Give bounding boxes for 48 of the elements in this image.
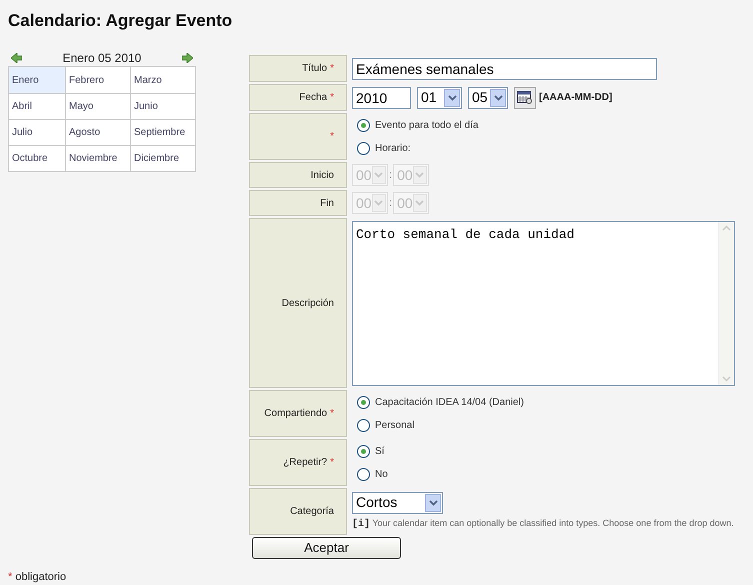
field-label: Descripción	[249, 218, 347, 388]
radio-label: Personal	[375, 418, 414, 432]
month-select[interactable]: 01	[417, 86, 462, 108]
arrow-left-icon[interactable]	[11, 52, 22, 62]
month-cell[interactable]: Septiembre	[130, 119, 195, 145]
radio-label: Capacitación IDEA 14/04 (Daniel)	[375, 396, 524, 410]
field-label: ¿Repetir? *	[249, 439, 347, 486]
month-cell[interactable]: Agosto	[65, 119, 130, 145]
field-label: Categoría	[249, 488, 347, 535]
radio-button[interactable]	[357, 142, 370, 154]
field-label: *	[249, 113, 347, 160]
radio-label: Sí	[375, 444, 384, 458]
year-field[interactable]: 2010	[352, 86, 411, 108]
description-field[interactable]: Corto semanal de cada unidad	[352, 220, 735, 386]
title-field[interactable]: Exámenes semanales	[352, 58, 657, 80]
calendar-icon[interactable]	[514, 86, 536, 108]
required-note: * obligatorio	[8, 570, 66, 585]
radio-button[interactable]	[357, 444, 370, 458]
day-select[interactable]: 05	[468, 86, 508, 108]
time-separator: :	[389, 196, 392, 211]
radio-button[interactable]	[357, 418, 370, 432]
radio-button[interactable]	[357, 118, 370, 132]
page-title: Calendario: Agregar Evento	[8, 10, 232, 32]
radio-button[interactable]	[357, 396, 370, 408]
category-select[interactable]: Cortos	[352, 492, 443, 514]
arrow-right-icon[interactable]	[182, 52, 193, 62]
field-label: Fin	[249, 190, 347, 216]
radio-button[interactable]	[357, 468, 370, 480]
month-cell[interactable]: Junio	[130, 93, 195, 119]
submit-button[interactable]: Aceptar	[252, 537, 401, 559]
calendar-heading: Enero 05 2010	[62, 50, 142, 66]
field-label: Compartiendo *	[249, 390, 347, 437]
month-cell[interactable]: Diciembre	[130, 145, 195, 171]
radio-label: No	[375, 468, 388, 482]
field-label: Inicio	[249, 162, 347, 188]
caret-icon[interactable]	[444, 88, 460, 106]
category-hint: [i] Your calendar item can optionally be classified into types. Choose one from the drop down.	[352, 516, 734, 532]
date-format-text: [AAAA-MM-DD]	[539, 91, 612, 105]
field-label: Fecha *	[249, 84, 347, 111]
radio-label: Evento para todo el día	[375, 118, 478, 132]
month-cell[interactable]: Enero	[9, 67, 65, 93]
month-cell[interactable]: Noviembre	[65, 145, 130, 171]
caret-icon[interactable]	[425, 494, 441, 512]
month-cell[interactable]: Mayo	[65, 93, 130, 119]
radio-label: Horario:	[375, 142, 411, 156]
time-separator: :	[389, 168, 392, 183]
caret-icon[interactable]	[490, 88, 506, 106]
field-label: Título *	[249, 55, 347, 82]
